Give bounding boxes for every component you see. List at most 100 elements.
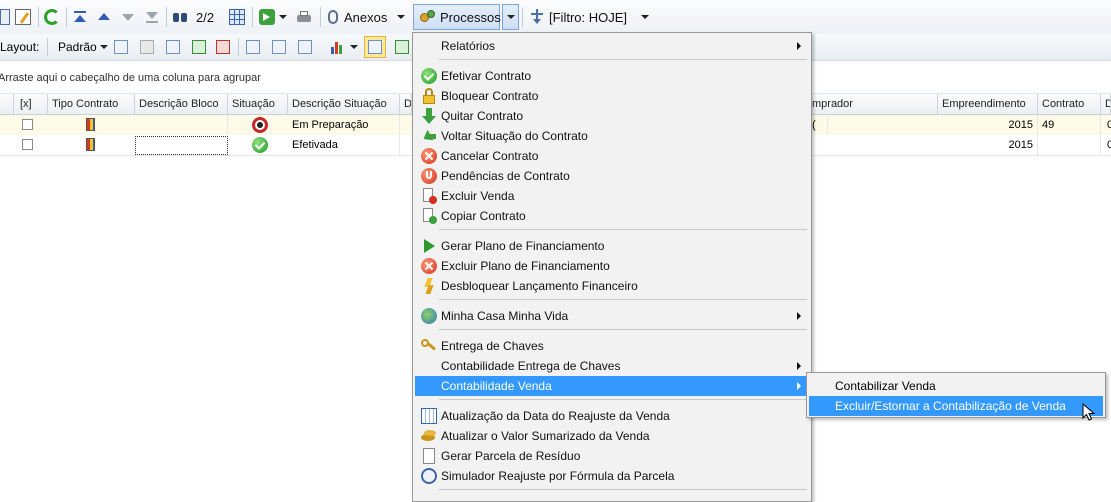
menu-item-simulador-reajuste[interactable]: Simulador Reajuste por Fórmula da Parcel… [415,466,809,486]
menu-item-cancelar-contrato[interactable]: Cancelar Contrato [415,146,809,166]
row-checkbox[interactable] [22,139,33,150]
chevron-down-icon [99,45,108,49]
column-header-tipo-contrato[interactable]: Tipo Contrato [48,94,135,114]
menu-item-contabilidade-entrega-chaves[interactable]: Contabilidade Entrega de Chaves [415,356,809,376]
menu-item-minha-casa-minha-vida[interactable]: Minha Casa Minha Vida [415,306,809,326]
menu-item-label: Atualização da Data do Reajuste da Venda [441,409,670,423]
refresh-button[interactable] [44,6,60,28]
menu-item-efetivar-contrato[interactable]: Efetivar Contrato [415,66,809,86]
find-button[interactable] [172,6,188,28]
view-toggle-active[interactable] [364,36,386,58]
chevron-down-icon [397,15,406,19]
processos-dropdown-button[interactable] [502,4,519,30]
menu-item-voltar-situacao[interactable]: Voltar Situação do Contrato [415,126,809,146]
column-header-select[interactable]: [x] [14,94,48,114]
row-checkbox[interactable] [22,119,33,130]
descricao-situacao-cell[interactable]: Efetivada [288,135,400,155]
menu-item-gerar-parcela-residuo[interactable]: Gerar Parcela de Resíduo [415,446,809,466]
menu-item-quitar-contrato[interactable]: Quitar Contrato [415,106,809,126]
column-header-situacao[interactable]: Situação [228,94,288,114]
first-record-button[interactable] [72,6,88,28]
menu-item-excluir-plano[interactable]: Excluir Plano de Financiamento [415,256,809,276]
menu-item-label: Desbloquear Lançamento Financeiro [441,279,638,293]
column-header-empreendimento[interactable]: Empreendimento [938,94,1038,114]
menu-item-label: Bloquear Contrato [441,89,539,103]
red-pending-icon [421,168,437,184]
anexos-button[interactable]: Anexos [328,6,406,28]
mouse-cursor-icon [1082,403,1096,421]
focused-cell[interactable] [135,136,228,155]
green-down-arrow-icon [421,108,437,124]
processos-button[interactable]: Processos [413,4,501,30]
layout-columns-button[interactable] [166,38,180,56]
empreendimento-cell[interactable]: 2015 [938,115,1038,135]
layout-select[interactable]: Padrão [58,38,108,56]
format-icon [272,40,286,54]
layout-save-button[interactable] [114,38,128,56]
menu-item-bloquear-contrato[interactable]: Bloquear Contrato [415,86,809,106]
column-header-descricao-situacao[interactable]: Descrição Situação [288,94,400,114]
calendar-icon [421,408,437,424]
view-toggle-button[interactable] [395,38,409,56]
descricao-situacao-cell[interactable]: Em Preparação [288,115,400,135]
format-button-3[interactable] [298,38,312,56]
page-counter-text: 2/2 [196,9,215,25]
coins-icon [421,428,437,444]
submenu-item-contabilizar-venda[interactable]: Contabilizar Venda [809,376,1103,396]
menu-item-excluir-venda[interactable]: Excluir Venda [415,186,809,206]
d-cell[interactable]: 0 [1101,115,1111,135]
layout-label: Layout: [0,38,39,56]
layout-delete-button[interactable] [140,38,154,56]
column-header-descricao-bloco[interactable]: Descrição Bloco [135,94,228,114]
format-icon [298,40,312,54]
anexos-label: Anexos [344,9,388,25]
menu-item-contabilidade-venda[interactable]: Contabilidade Venda [415,376,809,396]
column-header-d[interactable]: D [1101,94,1111,114]
next-record-button[interactable] [120,6,136,28]
menu-item-label: Pendências de Contrato [441,169,570,183]
column-header-data[interactable]: Da [400,94,412,114]
menu-item-pendencias-contrato[interactable]: Pendências de Contrato [415,166,809,186]
export-button[interactable] [259,6,287,28]
layout-select-value: Padrão [58,40,97,54]
contrato-cell[interactable] [1038,135,1101,155]
d-cell[interactable]: 0 [1101,135,1111,155]
format-button-2[interactable] [272,38,286,56]
submenu-item-excluir-estornar[interactable]: Excluir/Estornar a Contabilização de Ven… [809,396,1103,416]
export-icon [216,40,230,54]
column-header-contrato[interactable]: Contrato [1038,94,1101,114]
column-header-comprador[interactable]: mprador [812,94,938,114]
menu-item-label: Contabilidade Venda [441,379,552,393]
format-icon [246,40,260,54]
properties-button[interactable] [0,6,10,28]
chart-button[interactable] [330,38,358,56]
layout-import-button[interactable] [192,38,206,56]
red-x-icon [421,258,437,274]
previous-record-button[interactable] [96,6,112,28]
layout-export-button[interactable] [216,38,230,56]
lightning-icon [421,278,437,294]
menu-item-gerar-plano[interactable]: Gerar Plano de Financiamento [415,236,809,256]
menu-item-label: Gerar Plano de Financiamento [441,239,605,253]
main-toolbar: 2/2 Anexos Processos [Filtro: HOJE] [0,0,1111,35]
menu-item-atualizacao-data-reajuste[interactable]: Atualização da Data do Reajuste da Venda [415,406,809,426]
menu-item-atualizar-valor-sumarizado[interactable]: Atualizar o Valor Sumarizado da Venda [415,426,809,446]
menu-item-label: Excluir Plano de Financiamento [441,259,610,273]
grid-view-button[interactable] [229,6,245,28]
refresh-icon [44,9,60,25]
print-button[interactable] [296,6,312,28]
column-header-indicator[interactable] [0,94,14,114]
empreendimento-cell[interactable]: 2015 [938,135,1038,155]
menu-item-copiar-contrato[interactable]: Copiar Contrato [415,206,809,226]
format-button-1[interactable] [246,38,260,56]
menu-item-desbloquear-lancamento[interactable]: Desbloquear Lançamento Financeiro [415,276,809,296]
descricao-bloco-cell[interactable] [135,115,228,135]
menu-item-entrega-de-chaves[interactable]: Entrega de Chaves [415,336,809,356]
filter-button[interactable]: [Filtro: HOJE] [529,6,650,28]
last-record-button[interactable] [144,6,160,28]
contract-type-icon [86,118,95,131]
edit-button[interactable] [15,6,31,28]
contrato-cell[interactable]: 49 [1038,115,1101,135]
filter-arrow-icon [529,9,545,25]
menu-item-relatorios[interactable]: Relatórios [415,36,809,56]
